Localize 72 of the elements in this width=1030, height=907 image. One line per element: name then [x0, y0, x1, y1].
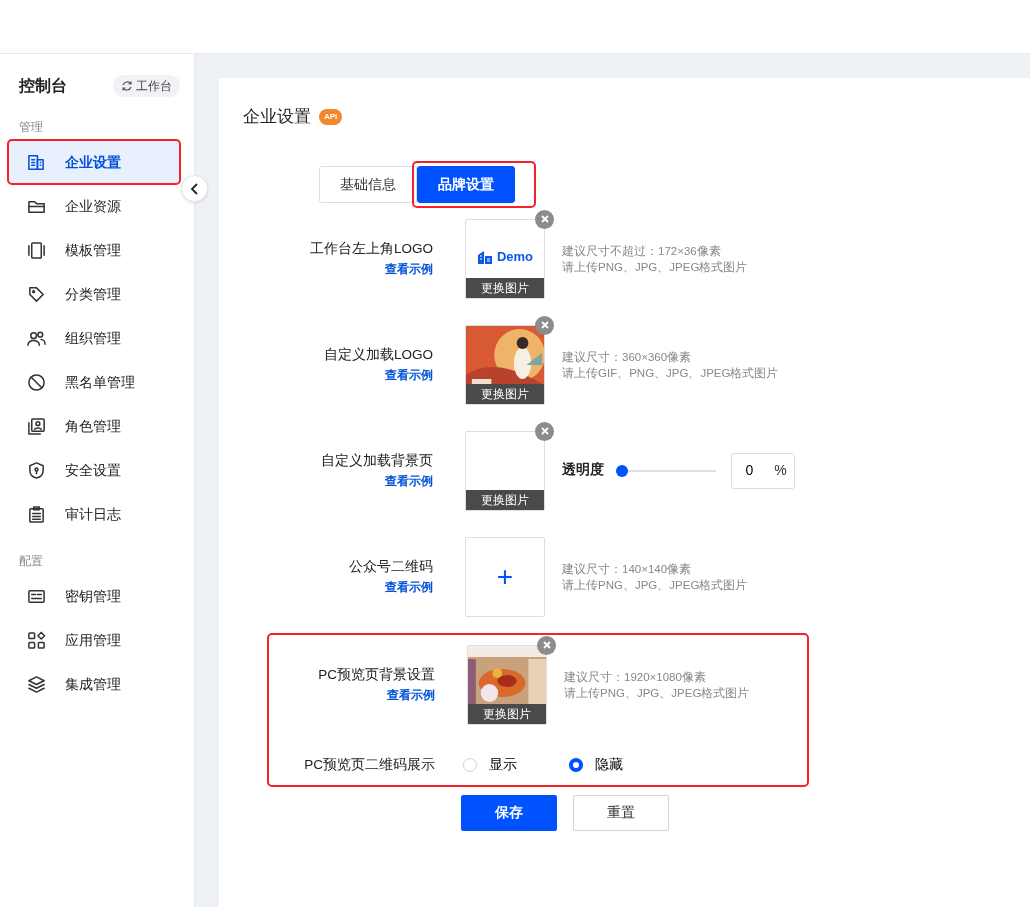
logo-text: Demo	[496, 247, 534, 266]
close-icon	[540, 321, 549, 329]
slider-thumb[interactable]	[616, 464, 628, 477]
hint-text: 建议尺寸：1920×1080像素	[564, 669, 707, 685]
sidebar-item[interactable]: 企业设置	[8, 140, 180, 184]
close-icon	[542, 641, 551, 649]
layers-icon	[27, 674, 46, 694]
apps-icon	[27, 630, 46, 650]
tab[interactable]: 基础信息	[319, 165, 417, 203]
sidebar-item[interactable]: 分类管理	[8, 272, 180, 316]
example-link[interactable]: 查看示例	[385, 259, 433, 278]
hint-text: 请上传PNG、JPG、JPEG格式图片	[562, 577, 748, 593]
remove-button[interactable]	[535, 209, 554, 229]
workbench-button[interactable]: 工作台	[113, 75, 180, 97]
close-icon	[540, 427, 549, 435]
shield-icon	[27, 460, 46, 480]
refresh-icon	[121, 80, 133, 92]
replace-image-button[interactable]: 更换图片	[468, 703, 546, 724]
field-label: PC预览页背景设置	[318, 666, 435, 685]
opacity-label: 透明度	[562, 461, 604, 480]
sidebar-item[interactable]: 审计日志	[8, 492, 180, 536]
replace-image-button[interactable]: 更换图片	[466, 489, 544, 510]
radio-option[interactable]: 隐藏	[569, 754, 623, 775]
tag-icon	[27, 284, 46, 304]
blocked-icon	[27, 372, 46, 392]
profile-icon	[27, 416, 46, 436]
sidebar-item[interactable]: 组织管理	[8, 316, 180, 360]
template-icon	[27, 240, 46, 260]
sidebar-item[interactable]: 密钥管理	[8, 574, 180, 618]
replace-image-button[interactable]: 更换图片	[466, 383, 544, 404]
remove-button[interactable]	[535, 315, 554, 335]
group-label: 管理	[18, 119, 44, 136]
replace-image-button[interactable]: 更换图片	[466, 277, 544, 298]
sidebar-item[interactable]: 应用管理	[8, 618, 180, 662]
group-label: 配置	[18, 553, 44, 570]
sidebar-item[interactable]: 企业资源	[8, 184, 180, 228]
field-label: 工作台左上角LOGO	[310, 240, 433, 259]
sidebar-item[interactable]: 安全设置	[8, 448, 180, 492]
hint-text: 建议尺寸不超过：172×36像素	[562, 243, 722, 259]
close-icon	[540, 215, 549, 223]
building-icon	[27, 152, 46, 172]
remove-button[interactable]	[535, 421, 554, 441]
upload-button[interactable]: +	[465, 536, 545, 617]
hint-text: 请上传PNG、JPG、JPEG格式图片	[562, 259, 748, 275]
example-link[interactable]: 查看示例	[385, 471, 433, 490]
example-link[interactable]: 查看示例	[385, 365, 433, 384]
save-button[interactable]: 保存	[461, 794, 557, 831]
sidebar-title: 控制台	[19, 76, 67, 96]
page-title: 企业设置	[243, 106, 311, 128]
sidebar-item[interactable]: 集成管理	[8, 662, 180, 706]
remove-button[interactable]	[537, 635, 556, 655]
hint-text: 请上传GIF、PNG、JPG、JPEG格式图片	[562, 365, 779, 381]
field-label: 自定义加载LOGO	[324, 346, 433, 365]
clipboard-icon	[27, 504, 46, 524]
example-link[interactable]: 查看示例	[387, 685, 435, 704]
sidebar-item[interactable]: 角色管理	[8, 404, 180, 448]
field-label: PC预览页二维码展示	[304, 755, 435, 774]
hint-text: 请上传PNG、JPG、JPEG格式图片	[564, 685, 750, 701]
sidebar-item[interactable]: 黑名单管理	[8, 360, 180, 404]
tab[interactable]: 品牌设置	[417, 165, 515, 203]
hint-text: 建议尺寸：140×140像素	[562, 561, 693, 577]
unit-label: %	[774, 461, 787, 480]
hint-text: 建议尺寸：360×360像素	[562, 349, 693, 365]
field-label: 自定义加载背景页	[321, 452, 433, 471]
building-icon	[476, 249, 493, 264]
reset-button[interactable]: 重置	[573, 794, 669, 831]
api-badge: API	[319, 108, 343, 125]
chevron-left-icon	[189, 182, 200, 195]
example-link[interactable]: 查看示例	[385, 577, 433, 596]
sidebar-item[interactable]: 模板管理	[8, 228, 180, 272]
field-label: 公众号二维码	[349, 558, 433, 577]
radio-option[interactable]: 显示	[463, 754, 517, 775]
